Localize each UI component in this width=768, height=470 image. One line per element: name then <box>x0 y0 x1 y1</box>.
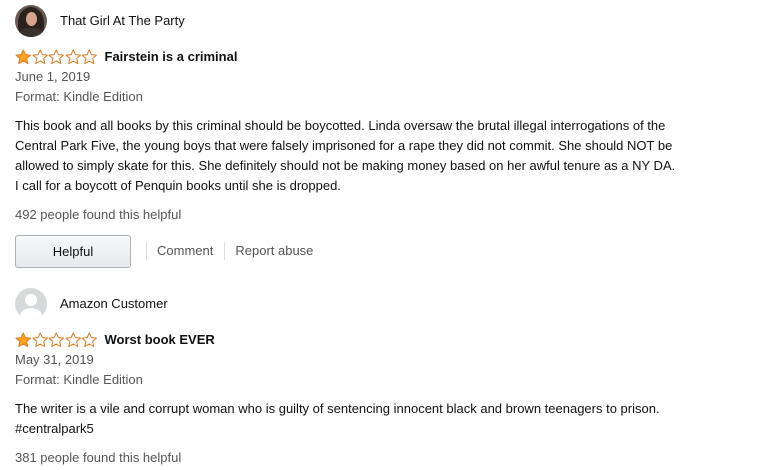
rating-title-row: Worst book EVER <box>15 331 755 349</box>
star-rating[interactable] <box>15 332 98 348</box>
star-empty-icon <box>48 332 64 348</box>
review-date: June 1, 2019 <box>15 69 91 84</box>
star-empty-icon <box>81 332 97 348</box>
review: Amazon Customer Worst book EVER May 31, … <box>15 287 755 467</box>
review-body-line: The writer is a vile and corrupt woman w… <box>15 401 660 416</box>
star-empty-icon <box>48 49 64 65</box>
helpful-count: 492 people found this helpful <box>15 207 182 222</box>
reviewer-name[interactable]: Amazon Customer <box>60 296 168 312</box>
star-rating[interactable] <box>15 49 98 65</box>
review-body-line: allowed to simply skate for this. She de… <box>15 158 676 173</box>
rating-title-row: Fairstein is a criminal <box>15 48 755 66</box>
review-actions: Helpful Comment Report abuse <box>15 234 755 268</box>
review-body-line: I call for a boycott of Penquin books un… <box>15 178 341 193</box>
review-format[interactable]: Format: Kindle Edition <box>15 371 755 389</box>
divider <box>224 242 226 260</box>
review-title[interactable]: Worst book EVER <box>105 332 215 348</box>
reviewer-name[interactable]: That Girl At The Party <box>60 13 185 29</box>
star-filled-icon <box>15 49 31 65</box>
star-empty-icon <box>32 332 48 348</box>
review-body: This book and all books by this criminal… <box>15 116 750 196</box>
comment-link[interactable]: Comment <box>157 242 213 260</box>
review-body-line: This book and all books by this criminal… <box>15 118 666 133</box>
review-title[interactable]: Fairstein is a criminal <box>105 49 238 65</box>
helpful-count: 381 people found this helpful <box>15 450 182 465</box>
star-empty-icon <box>65 332 81 348</box>
star-empty-icon <box>32 49 48 65</box>
star-empty-icon <box>65 49 81 65</box>
avatar[interactable] <box>15 5 47 37</box>
reviewer-profile[interactable]: That Girl At The Party <box>15 4 755 38</box>
review-date: May 31, 2019 <box>15 352 94 367</box>
review: That Girl At The Party Fairstein is a cr… <box>15 4 755 268</box>
report-abuse-link[interactable]: Report abuse <box>235 242 313 260</box>
divider <box>146 242 147 260</box>
review-body-line: Central Park Five, the young boys that w… <box>15 138 673 153</box>
review-format[interactable]: Format: Kindle Edition <box>15 88 755 106</box>
helpful-button[interactable]: Helpful <box>15 234 131 268</box>
star-empty-icon <box>81 49 97 65</box>
reviewer-profile[interactable]: Amazon Customer <box>15 287 755 321</box>
star-filled-icon <box>15 332 31 348</box>
default-avatar-icon[interactable] <box>15 288 47 320</box>
review-body-line: #centralpark5 <box>15 421 94 436</box>
review-body: The writer is a vile and corrupt woman w… <box>15 399 750 439</box>
